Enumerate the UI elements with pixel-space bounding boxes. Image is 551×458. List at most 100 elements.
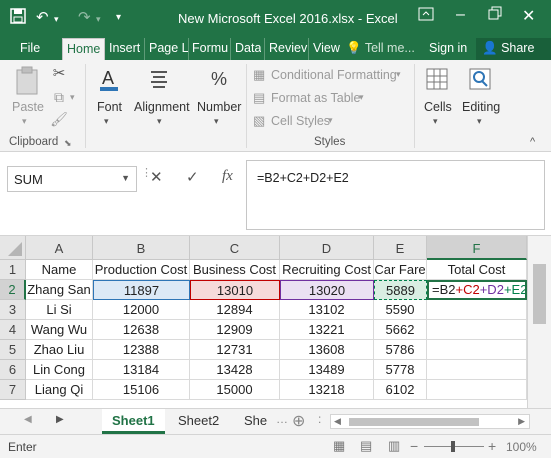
cells-icon[interactable] bbox=[424, 66, 450, 92]
formula-input[interactable]: =B2+C2+D2+E2 bbox=[246, 160, 545, 230]
cell-d1[interactable]: Recruiting Cost bbox=[280, 260, 374, 280]
cell-c7[interactable]: 15000 bbox=[190, 380, 280, 400]
redo-icon[interactable]: ↷ bbox=[78, 8, 91, 26]
cells-dropdown-icon[interactable]: ▾ bbox=[433, 116, 438, 127]
column-header-c[interactable]: C bbox=[190, 236, 280, 260]
sign-in-link[interactable]: Sign in bbox=[429, 38, 467, 60]
cell-c3[interactable]: 12894 bbox=[190, 300, 280, 320]
cell-f6[interactable] bbox=[427, 360, 527, 380]
find-search-icon[interactable] bbox=[467, 66, 493, 92]
zoom-slider[interactable] bbox=[424, 441, 484, 452]
conditional-formatting-dropdown-icon[interactable]: ▾ bbox=[396, 69, 401, 80]
tab-insert[interactable]: Insert bbox=[109, 38, 140, 60]
font-icon[interactable]: A bbox=[95, 64, 123, 94]
row-header-5[interactable]: 5 bbox=[0, 340, 26, 360]
column-header-a[interactable]: A bbox=[26, 236, 93, 260]
new-sheet-icon[interactable]: ⊕ bbox=[292, 411, 305, 431]
cell-f2-editing[interactable]: =B2+C2+D2+E2 bbox=[427, 280, 527, 300]
row-header-6[interactable]: 6 bbox=[0, 360, 26, 380]
zoom-in-button[interactable]: + bbox=[488, 438, 496, 454]
tab-home[interactable]: Home bbox=[62, 38, 106, 60]
cell-f4[interactable] bbox=[427, 320, 527, 340]
alignment-icon[interactable] bbox=[147, 66, 171, 92]
undo-icon[interactable]: ↶ bbox=[36, 8, 49, 26]
number-group-button[interactable]: Number bbox=[197, 100, 241, 114]
cell-d2[interactable]: 13020 bbox=[280, 280, 374, 300]
restore-icon[interactable] bbox=[488, 6, 502, 25]
alignment-dropdown-icon[interactable]: ▾ bbox=[157, 116, 162, 127]
cell-f1[interactable]: Total Cost bbox=[427, 260, 527, 280]
cell-d7[interactable]: 13218 bbox=[280, 380, 374, 400]
cell-e5[interactable]: 5786 bbox=[374, 340, 427, 360]
scroll-sheets-left-icon[interactable]: ◀ bbox=[24, 414, 32, 425]
sheet-tab-sheet3[interactable]: She bbox=[234, 409, 278, 434]
cell-c5[interactable]: 12731 bbox=[190, 340, 280, 360]
tell-me-search[interactable]: 💡 Tell me... bbox=[346, 38, 415, 60]
select-all-corner[interactable] bbox=[0, 236, 26, 260]
column-header-d[interactable]: D bbox=[280, 236, 374, 260]
share-button[interactable]: 👤 Share bbox=[476, 38, 551, 60]
cell-c6[interactable]: 13428 bbox=[190, 360, 280, 380]
cell-b3[interactable]: 12000 bbox=[93, 300, 190, 320]
copy-icon[interactable]: ⧉ bbox=[50, 88, 68, 106]
column-header-f[interactable]: F bbox=[427, 236, 527, 260]
cell-b6[interactable]: 13184 bbox=[93, 360, 190, 380]
font-group-button[interactable]: Font bbox=[97, 100, 122, 114]
cell-d3[interactable]: 13102 bbox=[280, 300, 374, 320]
undo-dropdown-icon[interactable]: ▾ bbox=[54, 14, 59, 25]
vertical-scrollbar-thumb[interactable] bbox=[533, 264, 546, 324]
row-header-2[interactable]: 2 bbox=[0, 280, 26, 300]
save-icon[interactable] bbox=[10, 8, 26, 28]
horizontal-scrollbar-thumb[interactable] bbox=[349, 418, 479, 426]
cell-a6[interactable]: Lin Cong bbox=[26, 360, 93, 380]
cell-e3[interactable]: 5590 bbox=[374, 300, 427, 320]
cell-a5[interactable]: Zhao Liu bbox=[26, 340, 93, 360]
tab-page-layout[interactable]: Page L bbox=[144, 38, 189, 60]
paste-icon[interactable] bbox=[10, 64, 44, 98]
cell-styles-button[interactable]: Cell Styles bbox=[271, 114, 330, 128]
percent-icon[interactable]: % bbox=[206, 66, 232, 92]
cell-a1[interactable]: Name bbox=[26, 260, 93, 280]
tab-data[interactable]: Data bbox=[230, 38, 261, 60]
cells-group-button[interactable]: Cells bbox=[424, 100, 452, 114]
ribbon-display-options-icon[interactable] bbox=[418, 6, 434, 27]
cell-a2[interactable]: Zhang San bbox=[26, 280, 93, 300]
cell-e7[interactable]: 6102 bbox=[374, 380, 427, 400]
cell-e1[interactable]: Car Fare bbox=[374, 260, 427, 280]
cell-f3[interactable] bbox=[427, 300, 527, 320]
cell-d6[interactable]: 13489 bbox=[280, 360, 374, 380]
number-dropdown-icon[interactable]: ▾ bbox=[214, 116, 219, 127]
cell-f7[interactable] bbox=[427, 380, 527, 400]
page-break-view-icon[interactable]: ▥ bbox=[388, 438, 400, 454]
format-painter-icon[interactable]: 🖌 bbox=[50, 110, 68, 128]
cancel-icon[interactable]: ✕ bbox=[150, 168, 163, 186]
scroll-sheets-right-icon[interactable]: ▶ bbox=[56, 414, 64, 425]
cell-d4[interactable]: 13221 bbox=[280, 320, 374, 340]
clipboard-launcher-icon[interactable]: ⬊ bbox=[64, 138, 72, 149]
cell-c2[interactable]: 13010 bbox=[190, 280, 280, 300]
cut-icon[interactable]: ✂ bbox=[50, 64, 68, 82]
scroll-left-icon[interactable]: ◀ bbox=[334, 416, 341, 427]
row-header-1[interactable]: 1 bbox=[0, 260, 26, 280]
tab-file[interactable]: File bbox=[20, 38, 40, 60]
name-box[interactable]: SUM ▼ bbox=[7, 166, 137, 192]
row-header-3[interactable]: 3 bbox=[0, 300, 26, 320]
enter-check-icon[interactable]: ✓ bbox=[186, 168, 199, 186]
cell-styles-dropdown-icon[interactable]: ▾ bbox=[328, 115, 333, 126]
scroll-right-icon[interactable]: ▶ bbox=[518, 416, 525, 427]
cell-a4[interactable]: Wang Wu bbox=[26, 320, 93, 340]
cell-b1[interactable]: Production Cost bbox=[93, 260, 190, 280]
row-header-7[interactable]: 7 bbox=[0, 380, 26, 400]
alignment-group-button[interactable]: Alignment bbox=[134, 100, 190, 114]
cell-f5[interactable] bbox=[427, 340, 527, 360]
tab-formulas[interactable]: Formu bbox=[188, 38, 230, 60]
sheet-tab-sheet1[interactable]: Sheet1 bbox=[102, 409, 165, 434]
cell-e6[interactable]: 5778 bbox=[374, 360, 427, 380]
column-header-b[interactable]: B bbox=[93, 236, 190, 260]
minimize-icon[interactable]: – bbox=[456, 6, 465, 24]
conditional-formatting-button[interactable]: Conditional Formatting bbox=[271, 68, 397, 82]
cell-e2[interactable]: 5889 bbox=[374, 280, 427, 300]
zoom-slider-thumb[interactable] bbox=[451, 441, 455, 452]
paste-dropdown-icon[interactable]: ▾ bbox=[22, 116, 27, 127]
redo-dropdown-icon[interactable]: ▾ bbox=[96, 14, 101, 25]
